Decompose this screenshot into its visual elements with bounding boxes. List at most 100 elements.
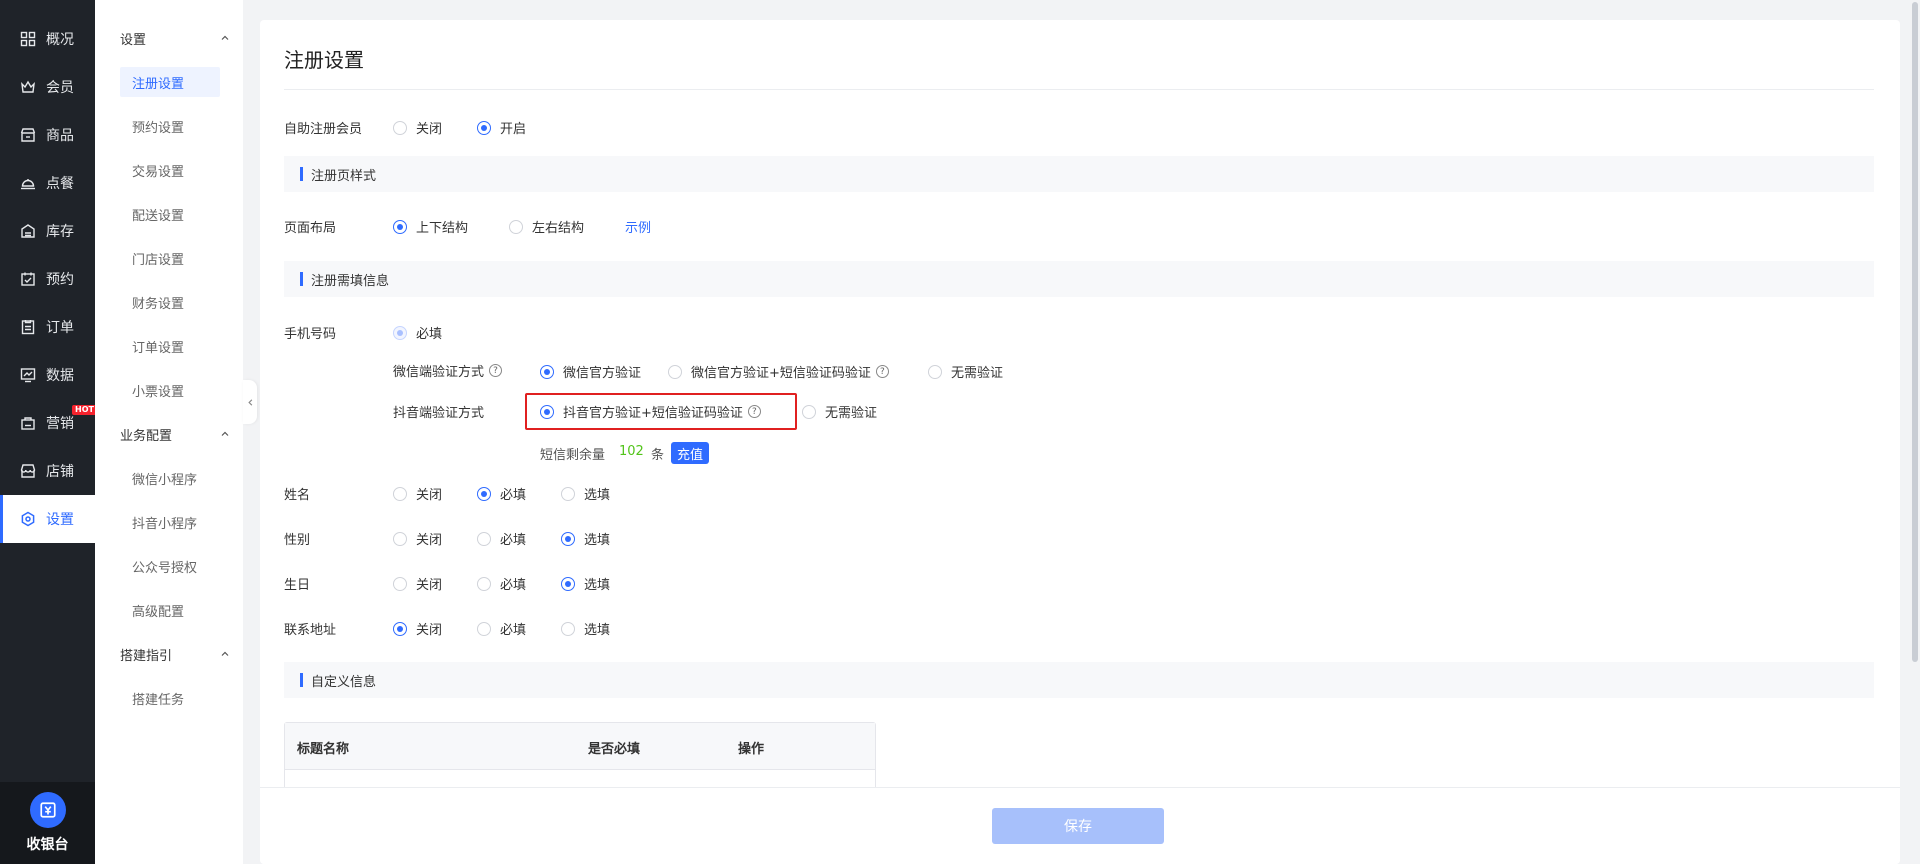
name-required-radio[interactable]: 必填 bbox=[477, 484, 526, 503]
sms-remaining-label: 短信剩余量 bbox=[540, 448, 606, 463]
nav-item-label: 点餐 bbox=[46, 176, 74, 192]
layout-vertical-radio[interactable]: 上下结构 bbox=[393, 217, 468, 236]
hot-badge: HOT bbox=[72, 405, 97, 415]
section-custom-info: 自定义信息 bbox=[284, 662, 1874, 698]
auto-register-on-radio[interactable]: 开启 bbox=[477, 118, 526, 137]
gender-off-radio[interactable]: 关闭 bbox=[393, 529, 442, 548]
nav-item-orders[interactable]: 订单 bbox=[0, 303, 95, 351]
chevron-up-icon bbox=[221, 431, 229, 436]
help-icon[interactable]: ? bbox=[747, 405, 761, 418]
recharge-button[interactable]: 充值 bbox=[671, 442, 710, 464]
subnav-group-title: 业务配置 bbox=[120, 428, 173, 444]
example-link[interactable]: 示例 bbox=[625, 217, 651, 236]
subnav-item-finance-settings[interactable]: 财务设置 bbox=[120, 287, 220, 317]
birthday-required-radio[interactable]: 必填 bbox=[477, 574, 526, 593]
name-optional-radio[interactable]: 选填 bbox=[561, 484, 610, 503]
douyin-no-verify-radio[interactable]: 无需验证 bbox=[802, 402, 877, 421]
store-icon bbox=[20, 127, 36, 143]
nav-item-label: 店铺 bbox=[46, 464, 74, 480]
subnav-item-wechat-miniapp[interactable]: 微信小程序 bbox=[120, 463, 220, 493]
birthday-optional-radio[interactable]: 选填 bbox=[561, 574, 610, 593]
wechat-verify-label: 微信端验证方式? bbox=[393, 361, 503, 380]
chart-icon bbox=[20, 367, 36, 383]
subnav-item-delivery-settings[interactable]: 配送设置 bbox=[120, 199, 220, 229]
douyin-verify-label: 抖音端验证方式 bbox=[393, 406, 485, 421]
save-button[interactable]: 保存 bbox=[992, 808, 1164, 844]
auto-register-label: 自助注册会员 bbox=[284, 122, 363, 137]
wechat-official-sms-verify-radio[interactable]: 微信官方验证+短信验证码验证? bbox=[668, 362, 889, 381]
column-header-action: 操作 bbox=[738, 742, 765, 757]
auto-register-off-radio[interactable]: 关闭 bbox=[393, 118, 442, 137]
nav-item-booking[interactable]: 预约 bbox=[0, 255, 95, 303]
table-header: 标题名称 是否必填 操作 bbox=[285, 723, 875, 770]
nav-item-label: 数据 bbox=[46, 368, 74, 384]
gender-required-radio[interactable]: 必填 bbox=[477, 529, 526, 548]
wechat-official-verify-radio[interactable]: 微信官方验证 bbox=[540, 362, 641, 381]
section-register-style: 注册页样式 bbox=[284, 156, 1874, 192]
nav-item-settings[interactable]: 设置 bbox=[0, 495, 95, 543]
nav-item-goods[interactable]: 商品 bbox=[0, 111, 95, 159]
subnav-group-business[interactable]: 业务配置 bbox=[120, 424, 230, 444]
nav-item-label: 概况 bbox=[46, 32, 74, 48]
subnav-group-title: 搭建指引 bbox=[120, 648, 173, 664]
address-optional-radio[interactable]: 选填 bbox=[561, 619, 610, 638]
address-label: 联系地址 bbox=[284, 623, 337, 638]
nav-item-order-food[interactable]: 点餐 bbox=[0, 159, 95, 207]
chevron-up-icon bbox=[221, 35, 229, 40]
gear-icon bbox=[20, 511, 36, 527]
order-list-icon bbox=[20, 319, 36, 335]
subnav-item-trade-settings[interactable]: 交易设置 bbox=[120, 155, 220, 185]
subnav-group-settings[interactable]: 设置 bbox=[120, 28, 230, 48]
sms-remaining-count: 102 bbox=[619, 444, 644, 459]
nav-item-overview[interactable]: 概况 bbox=[0, 15, 95, 63]
subnav-item-advanced-config[interactable]: 高级配置 bbox=[120, 595, 220, 625]
layout-label: 页面布局 bbox=[284, 221, 337, 236]
birthday-label: 生日 bbox=[284, 578, 311, 593]
cashier-icon bbox=[29, 792, 66, 828]
calendar-check-icon bbox=[20, 271, 36, 287]
name-off-radio[interactable]: 关闭 bbox=[393, 484, 442, 503]
help-icon[interactable]: ? bbox=[875, 365, 889, 378]
nav-item-marketing[interactable]: 营销 HOT bbox=[0, 399, 97, 447]
address-required-radio[interactable]: 必填 bbox=[477, 619, 526, 638]
nav-item-label: 订单 bbox=[46, 320, 74, 336]
nav-item-label: 营销 bbox=[46, 416, 74, 432]
wechat-no-verify-radio[interactable]: 无需验证 bbox=[928, 362, 1003, 381]
help-icon[interactable]: ? bbox=[489, 364, 503, 377]
nav-item-data[interactable]: 数据 bbox=[0, 351, 95, 399]
subnav-item-receipt-settings[interactable]: 小票设置 bbox=[120, 375, 220, 405]
gender-optional-radio[interactable]: 选填 bbox=[561, 529, 610, 548]
subnav-item-booking-settings[interactable]: 预约设置 bbox=[120, 111, 220, 141]
scrollbar-thumb[interactable] bbox=[1912, 2, 1918, 662]
chevron-up-icon bbox=[221, 651, 229, 656]
scrollbar[interactable] bbox=[1910, 0, 1920, 864]
crown-icon bbox=[20, 79, 36, 95]
section-required-info: 注册需填信息 bbox=[284, 261, 1874, 297]
birthday-off-radio[interactable]: 关闭 bbox=[393, 574, 442, 593]
phone-label: 手机号码 bbox=[284, 327, 337, 342]
sub-nav: 设置 注册设置 预约设置 交易设置 配送设置 门店设置 财务设置 订单设置 小票… bbox=[95, 0, 243, 864]
nav-item-label: 库存 bbox=[46, 224, 74, 240]
subnav-item-store-settings[interactable]: 门店设置 bbox=[120, 243, 220, 273]
address-off-radio[interactable]: 关闭 bbox=[393, 619, 442, 638]
subnav-item-order-settings[interactable]: 订单设置 bbox=[120, 331, 220, 361]
douyin-official-sms-verify-radio[interactable]: 抖音官方验证+短信验证码验证? bbox=[540, 402, 761, 421]
collapse-sidebar-button[interactable] bbox=[243, 380, 257, 424]
divider bbox=[284, 89, 1874, 90]
chevron-left-icon bbox=[247, 398, 252, 406]
sms-remaining-unit: 条 bbox=[651, 448, 665, 463]
nav-item-inventory[interactable]: 库存 bbox=[0, 207, 95, 255]
nav-item-shop[interactable]: 店铺 bbox=[0, 447, 95, 495]
subnav-group-guide[interactable]: 搭建指引 bbox=[120, 644, 230, 664]
subnav-item-douyin-miniapp[interactable]: 抖音小程序 bbox=[120, 507, 220, 537]
cloche-icon bbox=[20, 175, 36, 191]
warehouse-icon bbox=[20, 223, 36, 239]
nav-item-member[interactable]: 会员 bbox=[0, 63, 95, 111]
subnav-item-register-settings[interactable]: 注册设置 bbox=[120, 67, 220, 97]
subnav-item-official-account[interactable]: 公众号授权 bbox=[120, 551, 220, 581]
footer-bar: 保存 bbox=[260, 787, 1900, 864]
subnav-item-build-task[interactable]: 搭建任务 bbox=[120, 683, 220, 713]
layout-horizontal-radio[interactable]: 左右结构 bbox=[509, 217, 584, 236]
cashier-button[interactable]: 收银台 bbox=[0, 782, 95, 864]
phone-required-radio: 必填 bbox=[393, 323, 442, 342]
